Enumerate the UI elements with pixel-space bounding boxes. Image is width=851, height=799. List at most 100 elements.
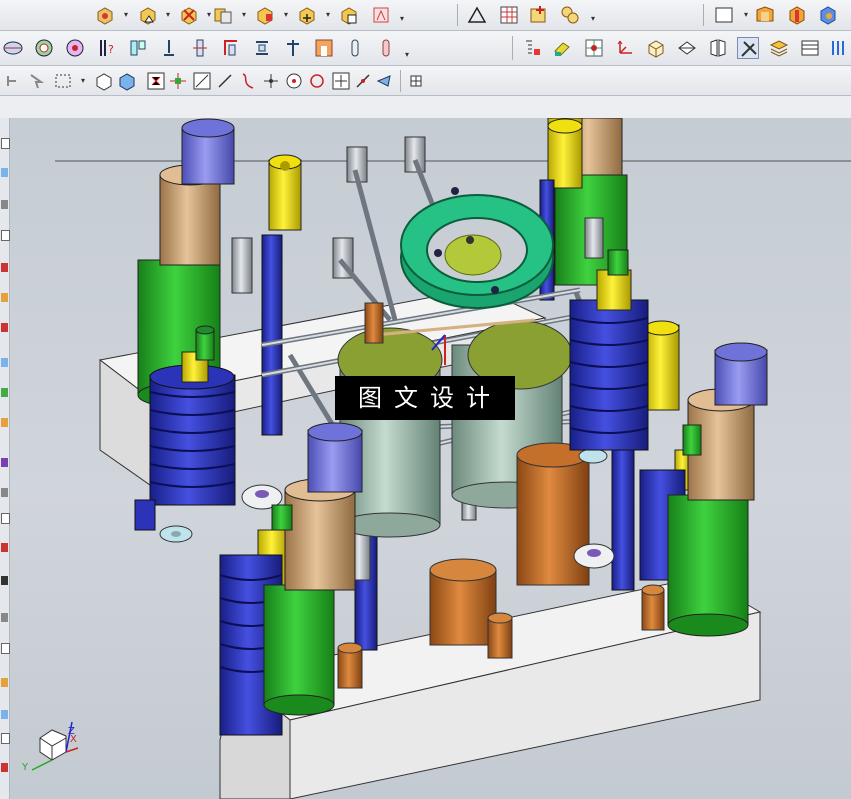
watermark-label: 图文设计 (335, 376, 515, 420)
palette-icon-4[interactable] (1, 230, 10, 241)
palette-icon-14[interactable] (1, 543, 8, 552)
rotate-icon[interactable] (374, 70, 396, 92)
feature-icon[interactable] (786, 4, 808, 26)
box-select-dropdown-icon[interactable]: ▾ (742, 11, 750, 19)
clearance-icon[interactable] (127, 37, 149, 59)
curve-icon[interactable] (237, 70, 259, 92)
move-icon[interactable] (158, 37, 180, 59)
snap-icon[interactable] (2, 70, 24, 92)
intersection-icon[interactable] (306, 70, 328, 92)
tools-icon[interactable] (737, 37, 759, 59)
component-icon[interactable] (137, 4, 159, 26)
palette-icon-12[interactable] (1, 488, 8, 497)
selection-box-icon[interactable] (53, 70, 75, 92)
wireframe-icon[interactable] (116, 70, 138, 92)
palette-icon-1[interactable] (1, 138, 10, 149)
bar-icon[interactable] (375, 37, 397, 59)
palette-icon-7[interactable] (1, 323, 8, 332)
remove-component-icon[interactable] (178, 4, 200, 26)
duplicate-dropdown-icon[interactable]: ▾ (324, 11, 332, 19)
more-icon[interactable] (370, 4, 392, 26)
frame-icon[interactable] (707, 37, 729, 59)
eye-icon[interactable] (33, 37, 55, 59)
drop-icon[interactable] (828, 37, 850, 59)
spreadsheet-icon[interactable] (498, 4, 520, 26)
palette-icon-10[interactable] (1, 418, 8, 427)
toolbar-row-2: ? ▾ (0, 31, 851, 66)
palette-icon-19[interactable] (1, 710, 8, 719)
section-icon[interactable] (676, 37, 698, 59)
resource-bar (0, 118, 10, 799)
palette-icon-15[interactable] (1, 576, 8, 585)
slash-icon[interactable] (352, 70, 374, 92)
locating-ring[interactable] (400, 187, 554, 309)
align-icon[interactable] (189, 37, 211, 59)
row2-overflow-icon[interactable]: ▾ (403, 51, 411, 59)
palette-icon-3[interactable] (1, 200, 8, 209)
parallel-icon[interactable] (282, 37, 304, 59)
view-point-dropdown-icon[interactable]: ▾ (122, 11, 130, 19)
toolbar-spacer (0, 96, 851, 119)
concentric-icon[interactable] (251, 37, 273, 59)
replace-dropdown-icon[interactable]: ▾ (240, 11, 248, 19)
perpendicular-icon[interactable] (313, 37, 335, 59)
triad-y-label: Y (21, 762, 29, 773)
replace-icon[interactable] (212, 4, 234, 26)
shell-icon[interactable] (754, 4, 776, 26)
cube-icon[interactable] (817, 4, 839, 26)
csys-icon[interactable] (614, 37, 636, 59)
part-navigator-icon[interactable] (551, 37, 573, 59)
pattern-icon[interactable] (64, 37, 86, 59)
add-component-icon[interactable] (528, 4, 550, 26)
touch-icon[interactable] (220, 37, 242, 59)
arrow-up-icon[interactable] (260, 70, 282, 92)
stack-icon[interactable] (522, 37, 544, 59)
palette-icon-5[interactable] (1, 263, 8, 272)
palette-icon-17[interactable] (1, 643, 10, 654)
lock-icon[interactable] (583, 37, 605, 59)
component-dropdown-icon[interactable]: ▾ (164, 11, 172, 19)
view-point-icon[interactable] (94, 4, 116, 26)
plus-icon[interactable] (330, 70, 352, 92)
palette-icon-21[interactable] (1, 763, 8, 772)
duplicate-icon[interactable] (296, 4, 318, 26)
toolbar-row-3: ▾ (0, 66, 851, 96)
row1-overflow-2-icon[interactable]: ▾ (589, 15, 597, 23)
view-cube-icon[interactable] (93, 70, 115, 92)
selection-dropdown-icon[interactable]: ▾ (79, 77, 87, 85)
box-icon[interactable] (645, 37, 667, 59)
fit-all-icon[interactable] (167, 70, 189, 92)
palette-icon-8[interactable] (1, 358, 8, 367)
grid-icon[interactable] (405, 70, 427, 92)
shaded-icon[interactable] (145, 70, 167, 92)
palette-icon-20[interactable] (1, 733, 10, 744)
explode-view-icon[interactable] (338, 4, 360, 26)
layers-icon[interactable] (768, 37, 790, 59)
mold-assembly-model[interactable]: Z X Y (10, 118, 851, 799)
palette-icon-6[interactable] (1, 293, 8, 302)
line-icon[interactable] (214, 70, 236, 92)
triad-x-label: X (70, 734, 77, 745)
palette-icon-18[interactable] (1, 678, 8, 687)
assembly-constraints-icon[interactable] (254, 4, 276, 26)
sheet-icon[interactable] (799, 37, 821, 59)
zoom-icon[interactable] (191, 70, 213, 92)
mirror-icon[interactable] (2, 37, 24, 59)
palette-icon-16[interactable] (1, 613, 8, 622)
constraints-dropdown-icon[interactable]: ▾ (282, 11, 290, 19)
pointer-icon[interactable] (26, 70, 48, 92)
palette-icon-11[interactable] (1, 458, 8, 467)
palette-icon-9[interactable] (1, 388, 8, 397)
triangle-icon[interactable] (466, 4, 488, 26)
palette-icon-2[interactable] (1, 168, 8, 177)
interference-icon[interactable]: ? (96, 37, 118, 59)
graphics-window[interactable]: Z X Y 图文设计 (10, 118, 851, 799)
row1-overflow-icon[interactable]: ▾ (398, 15, 406, 23)
assembly-navigator-icon[interactable] (559, 4, 581, 26)
circle-point-icon[interactable] (283, 70, 305, 92)
svg-text:?: ? (108, 43, 114, 56)
palette-icon-13[interactable] (1, 513, 10, 524)
fit-icon[interactable] (344, 37, 366, 59)
view-triad: Z X Y (21, 721, 79, 773)
box-select-icon[interactable] (713, 4, 735, 26)
